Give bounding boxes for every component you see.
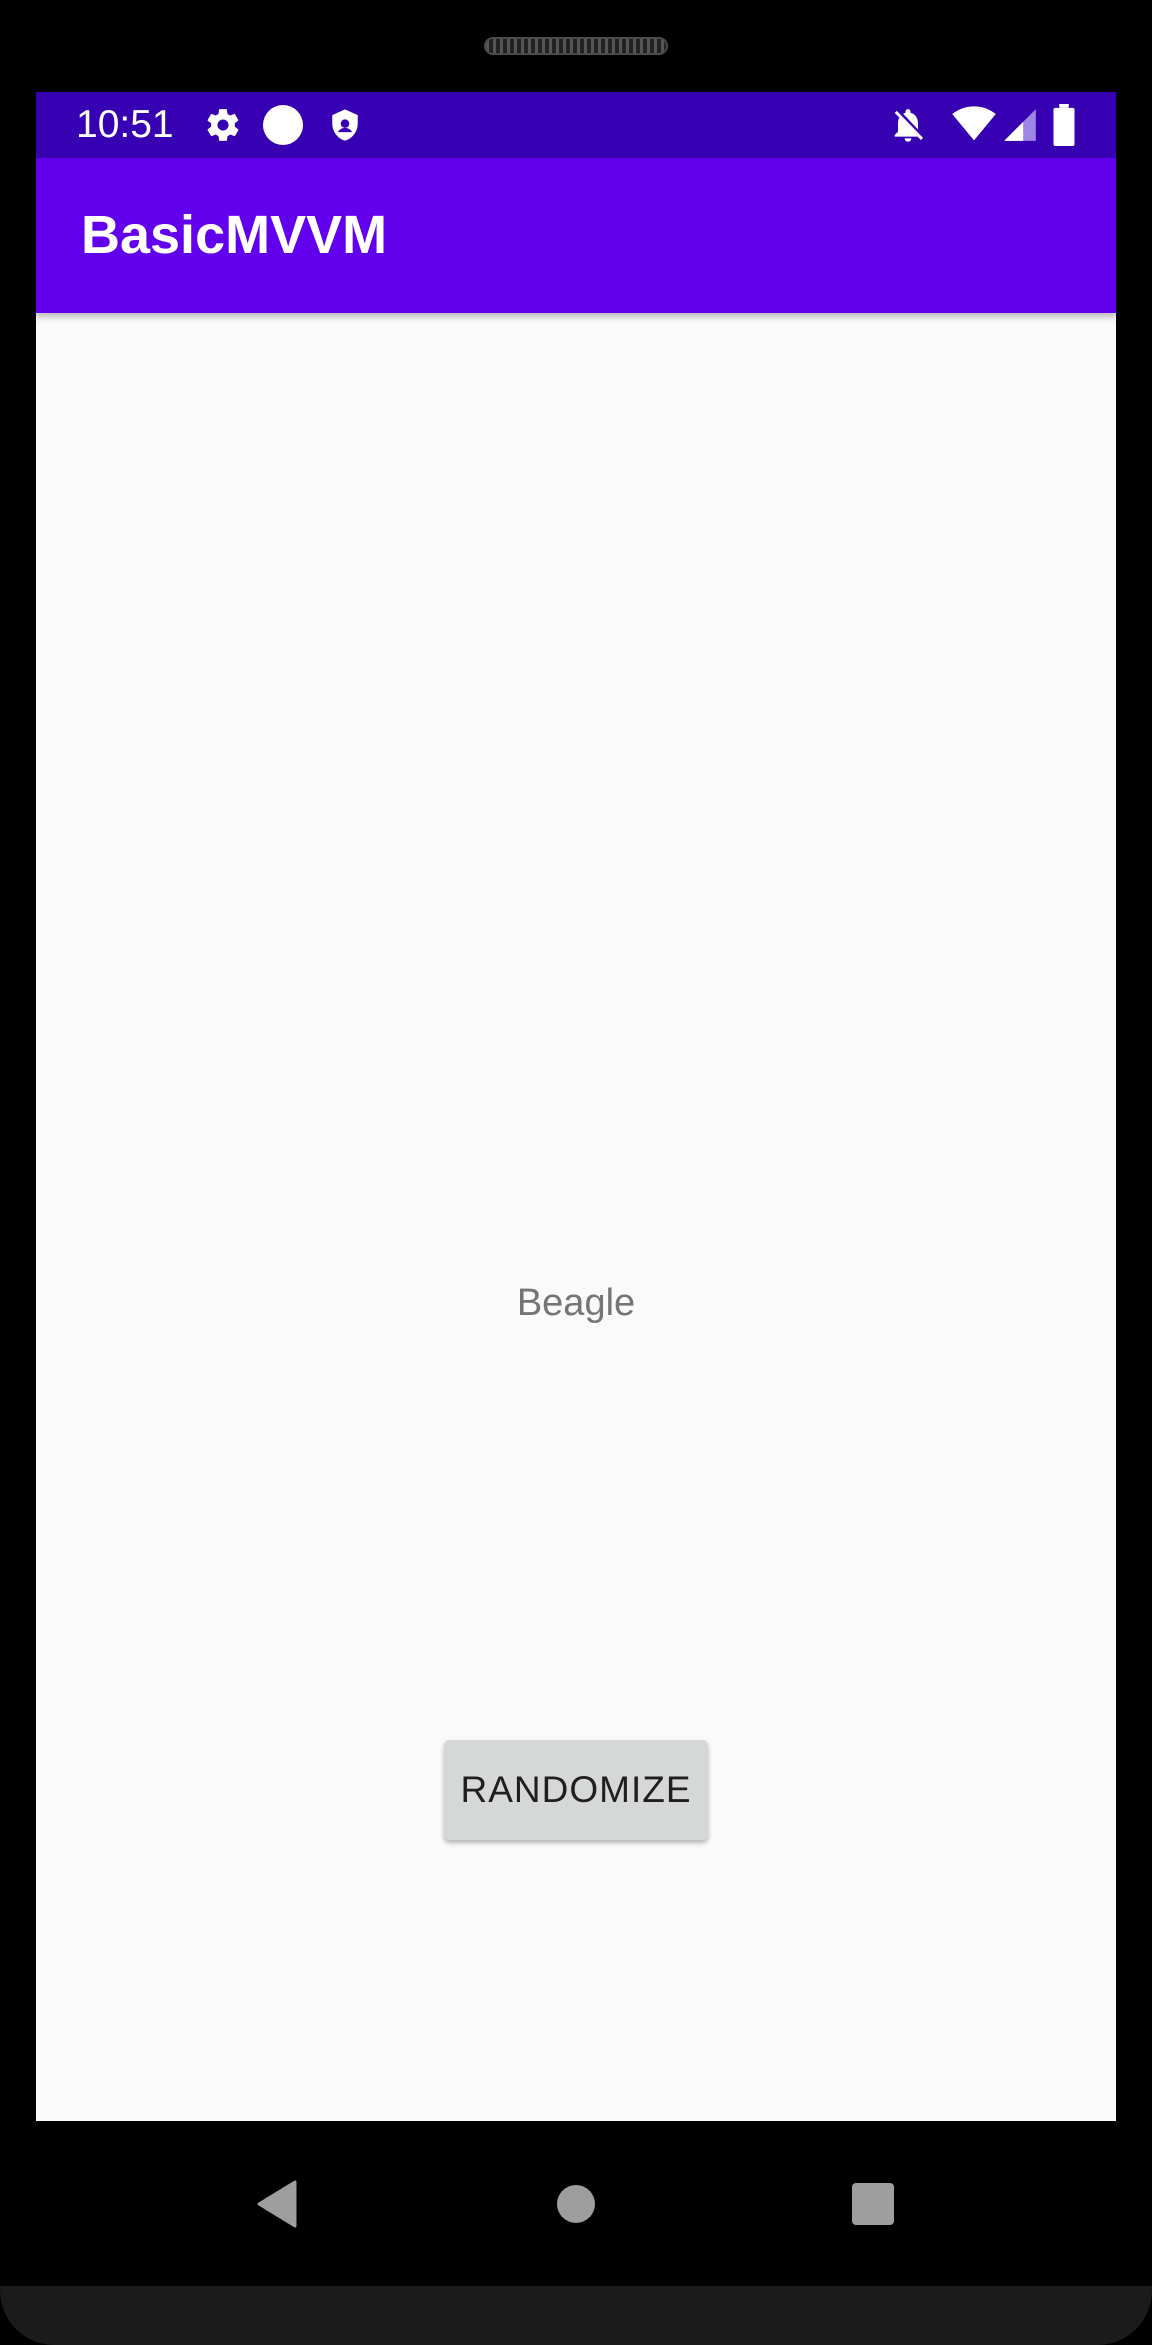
wifi-icon [952, 106, 996, 141]
device-bottom-bezel [0, 2286, 1152, 2345]
shield-icon [332, 109, 358, 141]
back-button[interactable] [197, 2121, 357, 2286]
randomize-button[interactable]: RANDOMIZE [444, 1740, 708, 1840]
settings-gear-icon [207, 109, 239, 141]
cellular-signal-icon [1004, 109, 1036, 141]
battery-icon [1053, 104, 1075, 146]
app-bar: BasicMVVM [36, 158, 1116, 313]
app-title: BasicMVVM [81, 205, 388, 265]
home-icon [557, 2184, 595, 2223]
home-button[interactable] [496, 2121, 656, 2286]
status-time: 10:51 [76, 103, 174, 146]
screen: 10:51 BasicMVVM Beagle RANDOMIZE [36, 92, 1116, 2121]
main-content: Beagle RANDOMIZE [36, 313, 1116, 2121]
status-bar: 10:51 [36, 92, 1116, 158]
navigation-bar [36, 2121, 1116, 2286]
notifications-off-icon [894, 109, 923, 142]
back-icon [257, 2180, 297, 2227]
speaker-grille [484, 37, 668, 55]
recents-button[interactable] [793, 2121, 953, 2286]
phone-frame: 10:51 BasicMVVM Beagle RANDOMIZE [0, 0, 1152, 2345]
circle-dot-icon [263, 105, 303, 145]
breed-text: Beagle [516, 1282, 636, 1324]
recents-icon [852, 2182, 894, 2225]
